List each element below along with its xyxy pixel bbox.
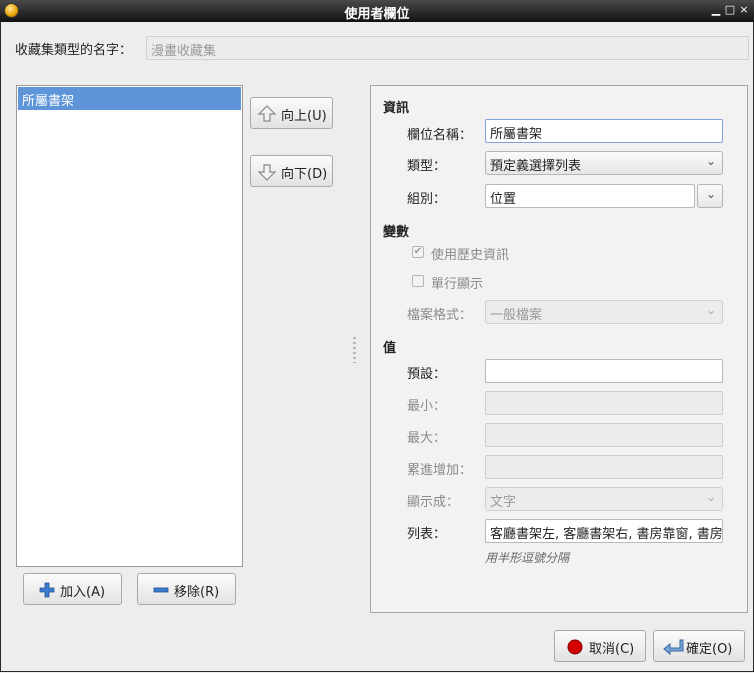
collection-name-placeholder: 漫畫收藏集 (151, 44, 217, 59)
use-history-checkbox[interactable]: ✔ (412, 246, 424, 258)
title-bar: 使用者欄位 ▁ □ × (0, 0, 754, 22)
default-value-input[interactable] (485, 359, 723, 383)
ok-label: 確定(O) (686, 642, 733, 657)
increment-label: 累進增加： (407, 463, 473, 478)
move-down-button[interactable]: 向下(D) (250, 155, 333, 187)
window-title: 使用者欄位 (344, 7, 410, 22)
display-as-select[interactable]: 文字 ⌄ (485, 487, 723, 511)
max-value-label: 最大： (407, 431, 447, 446)
maximize-icon[interactable]: □ (724, 4, 736, 16)
values-section-heading: 值 (383, 341, 397, 356)
display-as-label: 顯示成： (407, 495, 460, 510)
single-line-label: 單行顯示 (431, 277, 484, 292)
up-arrow-icon (257, 105, 277, 122)
single-line-checkbox[interactable] (412, 275, 424, 287)
add-field-button[interactable]: 加入(A) (23, 573, 122, 605)
cancel-label: 取消(C) (589, 642, 635, 657)
minus-icon (153, 587, 169, 593)
field-name-label: 欄位名稱： (407, 128, 473, 143)
info-section-heading: 資訊 (383, 101, 410, 116)
chevron-down-icon: ⌄ (705, 187, 716, 201)
cancel-button[interactable]: 取消(C) (554, 630, 646, 662)
plus-icon (39, 582, 55, 598)
add-field-label: 加入(A) (60, 585, 106, 600)
down-arrow-icon (257, 164, 277, 181)
field-group-label: 組別： (407, 192, 447, 207)
remove-field-button[interactable]: 移除(R) (137, 573, 236, 605)
stop-icon (567, 639, 583, 655)
file-format-label: 檔案格式： (407, 308, 473, 323)
min-value-input[interactable] (485, 391, 723, 415)
max-value-input[interactable] (485, 423, 723, 447)
field-list[interactable]: 所屬書架 (16, 85, 243, 567)
chevron-down-icon: ⌄ (705, 303, 716, 317)
use-history-label: 使用歷史資訊 (431, 248, 510, 263)
collection-name-input[interactable]: 漫畫收藏集 (146, 36, 749, 60)
display-as-value: 文字 (490, 495, 517, 510)
move-down-label: 向下(D) (281, 167, 328, 182)
list-values-hint: 用半形逗號分隔 (485, 551, 570, 565)
list-values-input[interactable]: 客廳書架左, 客廳書架右, 書房靠窗, 書房靠 (485, 519, 723, 543)
file-format-value: 一般檔案 (490, 308, 543, 323)
field-group-dropdown-button[interactable]: ⌄ (697, 184, 723, 208)
min-value-label: 最小： (407, 399, 447, 414)
default-value-label: 預設： (407, 367, 447, 382)
splitter-handle[interactable] (353, 337, 356, 363)
variables-section-heading: 變數 (383, 225, 410, 240)
field-type-value: 預定義選擇列表 (490, 159, 582, 174)
ok-button[interactable]: 確定(O) (653, 630, 745, 662)
list-values-label: 列表： (407, 527, 447, 542)
list-item[interactable]: 所屬書架 (18, 87, 241, 110)
chevron-down-icon: ⌄ (705, 490, 716, 504)
close-icon[interactable]: × (738, 4, 750, 16)
increment-input[interactable] (485, 455, 723, 479)
field-group-value: 位置 (490, 192, 517, 207)
move-up-label: 向上(U) (281, 109, 327, 124)
field-name-value: 所屬書架 (490, 127, 543, 142)
field-type-label: 類型： (407, 159, 447, 174)
move-up-button[interactable]: 向上(U) (250, 97, 333, 129)
check-icon: ✔ (413, 246, 423, 257)
list-values-value: 客廳書架左, 客廳書架右, 書房靠窗, 書房靠 (490, 527, 723, 542)
enter-icon (663, 639, 684, 656)
collection-name-label: 收藏集類型的名字： (15, 43, 133, 58)
field-name-input[interactable]: 所屬書架 (485, 119, 723, 143)
remove-field-label: 移除(R) (174, 585, 220, 600)
minimize-icon[interactable]: ▁ (710, 4, 722, 16)
chevron-down-icon: ⌄ (705, 154, 716, 168)
field-type-select[interactable]: 預定義選擇列表 ⌄ (485, 151, 723, 175)
file-format-select[interactable]: 一般檔案 ⌄ (485, 300, 723, 324)
field-group-input[interactable]: 位置 (485, 184, 695, 208)
